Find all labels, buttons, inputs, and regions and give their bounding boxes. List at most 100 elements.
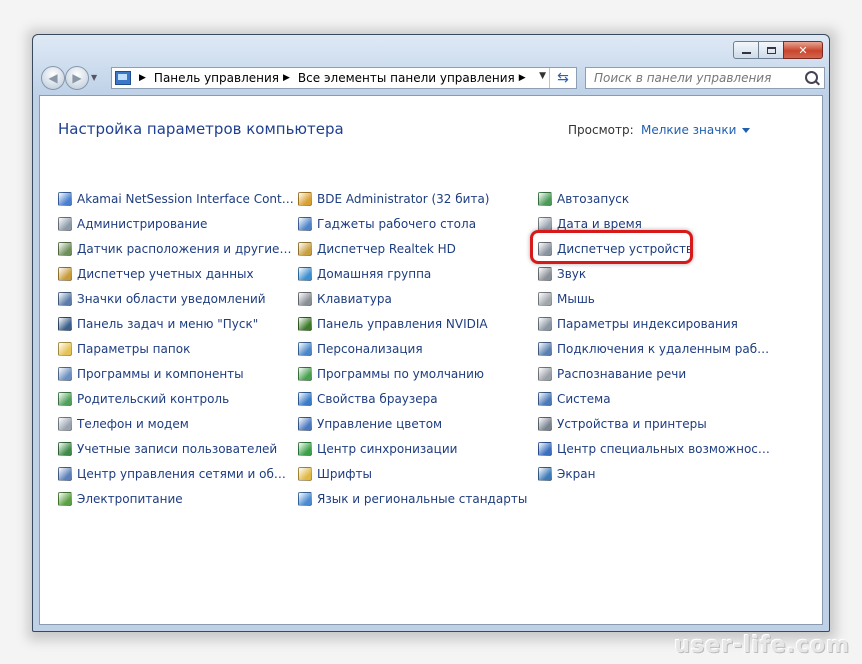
autoplay-icon (538, 191, 552, 206)
mouse-icon (538, 291, 552, 306)
address-dropdown-icon[interactable]: ▼ (539, 71, 546, 81)
control-panel-item[interactable]: Система (538, 386, 774, 411)
control-panel-item[interactable]: Центр специальных возможностей (538, 436, 774, 461)
control-panel-item[interactable]: Звук (538, 261, 774, 286)
breadcrumb-control-panel[interactable]: Панель управления (154, 71, 279, 85)
control-panel-item[interactable]: Автозапуск (538, 186, 774, 211)
ease-of-access-icon (538, 441, 552, 456)
breadcrumb-separator-icon[interactable]: ▶ (283, 73, 290, 83)
control-panel-item[interactable]: Управление цветом (298, 411, 534, 436)
control-panel-item[interactable]: Параметры индексирования (538, 311, 774, 336)
control-panel-item-label: Мышь (557, 291, 595, 306)
control-panel-item[interactable]: Клавиатура (298, 286, 534, 311)
maximize-button[interactable] (758, 41, 784, 59)
folder-options-icon (58, 341, 72, 356)
control-panel-item-label: Телефон и модем (77, 416, 189, 431)
display-icon (538, 466, 552, 481)
highlight-annotation (530, 230, 693, 264)
notification-icons-icon (58, 291, 72, 306)
forward-button[interactable]: ▶ (65, 66, 89, 90)
control-panel-item-label: BDE Administrator (32 бита) (317, 191, 490, 206)
search-placeholder: Поиск в панели управления (594, 71, 772, 85)
control-panel-item-label: Панель задач и меню "Пуск" (77, 316, 259, 331)
control-panel-item[interactable]: Диспетчер Realtek HD (298, 236, 534, 261)
control-panel-item[interactable]: Мышь (538, 286, 774, 311)
recent-pages-dropdown[interactable]: ▼ (91, 73, 97, 82)
control-panel-item-label: Родительский контроль (77, 391, 230, 406)
control-panel-item[interactable]: Шрифты (298, 461, 534, 486)
control-panel-item[interactable]: Подключения к удаленным рабоч... (538, 336, 774, 361)
control-panel-item-label: Гаджеты рабочего стола (317, 216, 477, 231)
admin-tools-icon (58, 216, 72, 231)
chevron-down-icon (742, 128, 751, 133)
credential-manager-icon (58, 266, 72, 281)
control-panel-item[interactable]: Домашняя группа (298, 261, 534, 286)
control-panel-item-label: Электропитание (77, 491, 183, 506)
control-panel-item-label: Программы и компоненты (77, 366, 244, 381)
control-panel-item[interactable]: Центр управления сетями и общи... (58, 461, 294, 486)
breadcrumb-all-items[interactable]: Все элементы панели управления (298, 71, 515, 85)
control-panel-item[interactable]: Akamai NetSession Interface Control... (58, 186, 294, 211)
breadcrumb-separator-icon[interactable]: ▶ (519, 73, 526, 83)
devices-printers-icon (538, 416, 552, 431)
control-panel-item-label: Учетные записи пользователей (77, 441, 278, 456)
location-sensor-icon (58, 241, 72, 256)
control-panel-item-label: Центр управления сетями и общи... (77, 466, 294, 481)
control-panel-item[interactable]: Распознавание речи (538, 361, 774, 386)
control-panel-item[interactable]: Центр синхронизации (298, 436, 534, 461)
control-panel-item[interactable]: Родительский контроль (58, 386, 294, 411)
control-panel-item[interactable]: Значки области уведомлений (58, 286, 294, 311)
control-panel-item-label: Akamai NetSession Interface Control... (77, 191, 294, 206)
system-icon (538, 391, 552, 406)
search-icon[interactable] (805, 71, 818, 84)
breadcrumb-separator-icon[interactable]: ▶ (139, 73, 146, 83)
user-accounts-icon (58, 441, 72, 456)
control-panel-item[interactable]: Датчик расположения и другие дат... (58, 236, 294, 261)
control-panel-item-label: Язык и региональные стандарты (317, 491, 528, 506)
realtek-icon (298, 241, 312, 256)
view-by-dropdown[interactable]: Мелкие значки (641, 123, 751, 137)
power-options-icon (58, 491, 72, 506)
control-panel-item[interactable]: Параметры папок (58, 336, 294, 361)
gadgets-icon (298, 216, 312, 231)
control-panel-item[interactable]: Гаджеты рабочего стола (298, 211, 534, 236)
back-button[interactable]: ◀ (41, 66, 65, 90)
control-panel-item[interactable]: Телефон и модем (58, 411, 294, 436)
control-panel-item[interactable]: Электропитание (58, 486, 294, 511)
control-panel-item[interactable]: Язык и региональные стандарты (298, 486, 534, 511)
control-panel-item-label: Дата и время (557, 216, 642, 231)
control-panel-item[interactable]: Экран (538, 461, 774, 486)
indexing-icon (538, 316, 552, 331)
control-panel-item[interactable]: Устройства и принтеры (538, 411, 774, 436)
minimize-button[interactable] (733, 41, 759, 59)
internet-options-icon (298, 391, 312, 406)
search-input[interactable]: Поиск в панели управления (585, 67, 825, 89)
control-panel-item[interactable]: Учетные записи пользователей (58, 436, 294, 461)
close-button[interactable]: ✕ (783, 41, 823, 59)
items-column-1: Akamai NetSession Interface Control... Ад… (58, 186, 294, 511)
control-panel-item-label: Распознавание речи (557, 366, 687, 381)
control-panel-item[interactable]: Программы по умолчанию (298, 361, 534, 386)
region-language-icon (298, 491, 312, 506)
control-panel-item-label: Система (557, 391, 611, 406)
remote-desktop-icon (538, 341, 552, 356)
address-bar[interactable]: ▶ Панель управления ▶ Все элементы панел… (111, 67, 577, 89)
control-panel-item-label: Параметры папок (77, 341, 191, 356)
control-panel-item-label: Домашняя группа (317, 266, 432, 281)
back-arrow-icon: ◀ (48, 71, 58, 85)
control-panel-item[interactable]: Свойства браузера (298, 386, 534, 411)
refresh-button[interactable]: ⇆ (549, 68, 576, 88)
control-panel-item-label: Подключения к удаленным рабоч... (557, 341, 774, 356)
control-panel-item[interactable]: Панель управления NVIDIA (298, 311, 534, 336)
control-panel-item[interactable]: BDE Administrator (32 бита) (298, 186, 534, 211)
control-panel-item[interactable]: Панель задач и меню "Пуск" (58, 311, 294, 336)
control-panel-item[interactable]: Администрирование (58, 211, 294, 236)
content-area: Настройка параметров компьютера Просмотр… (39, 95, 823, 625)
network-center-icon (58, 466, 72, 481)
control-panel-item[interactable]: Персонализация (298, 336, 534, 361)
control-panel-item-label: Автозапуск (557, 191, 630, 206)
view-by-label: Просмотр: (568, 123, 634, 137)
control-panel-item-label: Центр специальных возможностей (557, 441, 774, 456)
control-panel-item[interactable]: Диспетчер учетных данных (58, 261, 294, 286)
control-panel-item[interactable]: Программы и компоненты (58, 361, 294, 386)
